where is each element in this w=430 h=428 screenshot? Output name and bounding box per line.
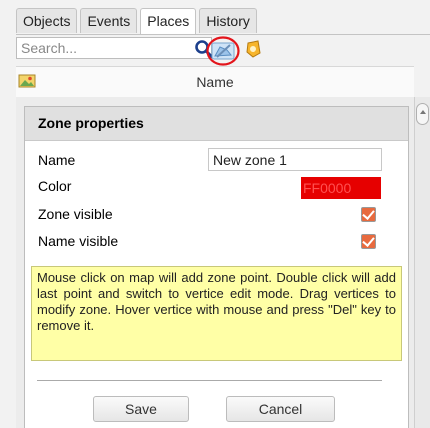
- zone-properties-title: Zone properties: [25, 107, 408, 141]
- tab-divider: [16, 34, 430, 35]
- zone-color-label: Color: [38, 178, 72, 194]
- tab-events[interactable]: Events: [80, 8, 138, 33]
- place-marker-icon[interactable]: [244, 40, 262, 58]
- scroll-up-arrow-icon[interactable]: [416, 103, 429, 125]
- name-column-header[interactable]: Name: [16, 74, 414, 90]
- search-toolbar: [16, 36, 430, 66]
- button-divider: [37, 380, 382, 381]
- tab-places[interactable]: Places: [140, 8, 197, 35]
- zone-visible-label: Zone visible: [38, 206, 113, 222]
- zone-edit-icon[interactable]: [206, 36, 240, 66]
- save-button[interactable]: Save: [93, 396, 189, 422]
- cancel-button[interactable]: Cancel: [226, 396, 335, 422]
- zone-edit-hint: Mouse click on map will add zone point. …: [31, 266, 402, 361]
- tab-history[interactable]: History: [199, 8, 257, 33]
- tab-bar: Objects Events Places History: [16, 8, 260, 35]
- zone-panel: Zone properties Name Color FF0000 Zone v…: [16, 97, 414, 428]
- name-visible-checkbox[interactable]: [361, 234, 376, 249]
- zone-visible-checkbox[interactable]: [361, 207, 376, 222]
- zone-properties-box: Zone properties Name Color FF0000 Zone v…: [24, 106, 409, 428]
- places-list-header: Name: [16, 66, 414, 98]
- zone-name-input[interactable]: [208, 148, 382, 171]
- zone-name-label: Name: [38, 152, 76, 168]
- tab-objects[interactable]: Objects: [16, 8, 78, 33]
- search-input[interactable]: [16, 37, 212, 59]
- name-visible-label: Name visible: [38, 233, 119, 249]
- zone-color-picker[interactable]: FF0000: [301, 177, 381, 199]
- vertical-scrollbar[interactable]: [414, 97, 430, 428]
